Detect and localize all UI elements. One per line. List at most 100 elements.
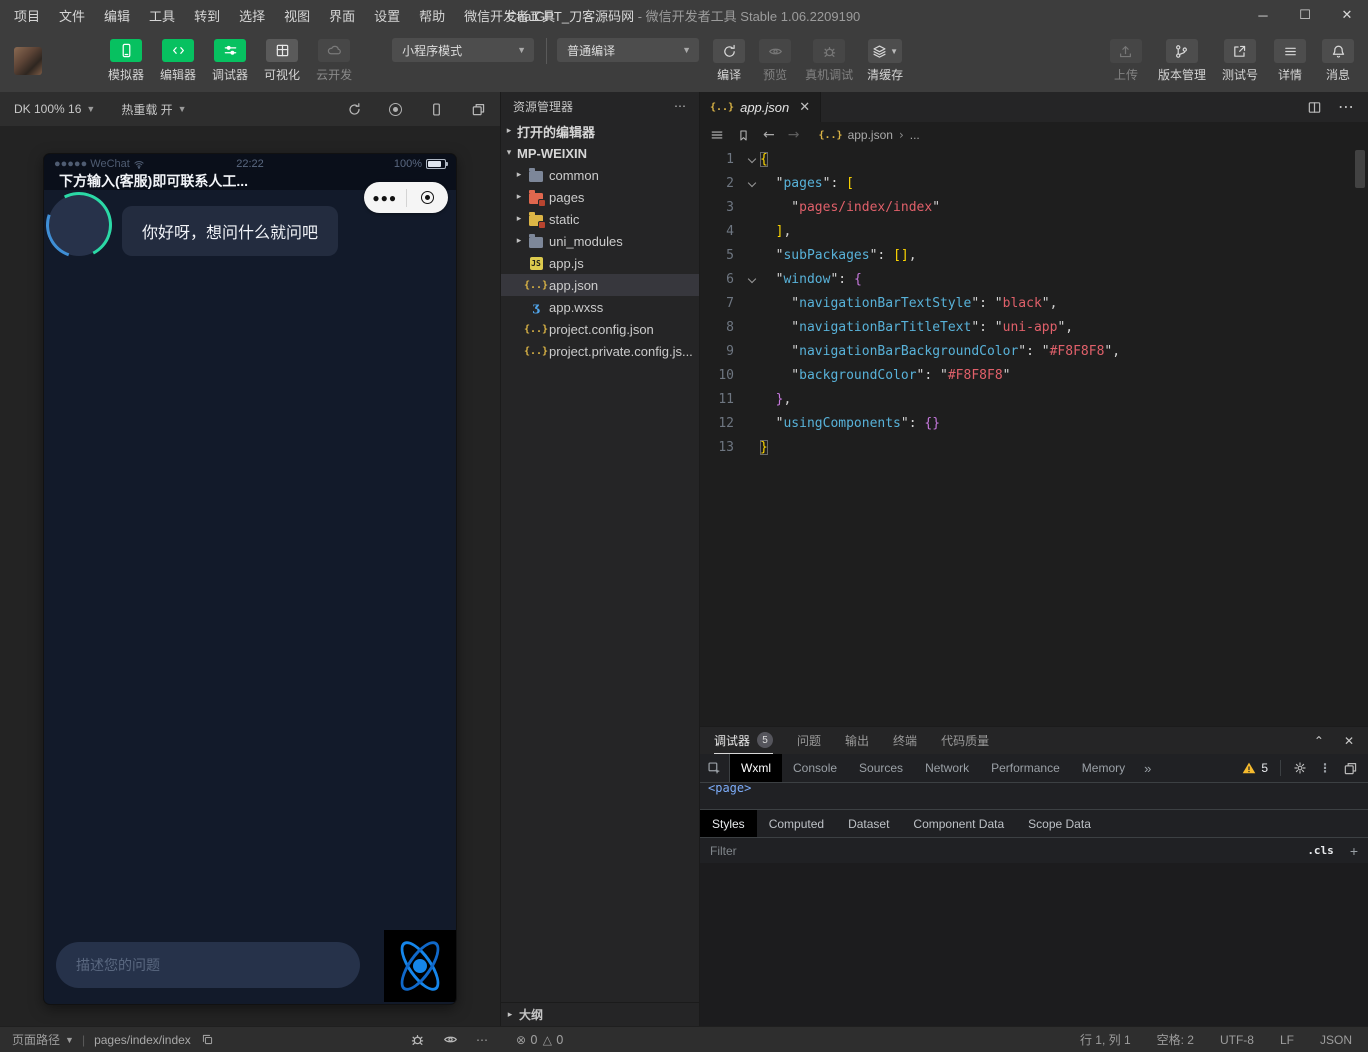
menu-item-6[interactable]: 视图 <box>284 6 310 25</box>
devtools-tab-console[interactable]: Console <box>782 754 848 782</box>
explorer-item-item[interactable]: ▸ 打开的编辑器 <box>501 120 699 142</box>
menu-item-5[interactable]: 选择 <box>239 6 265 25</box>
statusbar-item-3[interactable]: LF <box>1280 1033 1294 1047</box>
breadcrumb-file[interactable]: app.json <box>848 128 893 142</box>
outline-list-icon[interactable] <box>710 128 724 142</box>
explorer-item-uni-modules[interactable]: ▸ uni_modules <box>501 230 699 252</box>
code-line-7[interactable]: 7 "navigationBarTextStyle": "black", <box>700 292 1368 316</box>
add-style-icon[interactable]: + <box>1350 843 1358 859</box>
problems-indicator[interactable]: ⊗ 0 △ 0 <box>500 1033 564 1047</box>
menu-item-10[interactable]: 微信开发者工具 <box>464 6 555 25</box>
code-line-8[interactable]: 8 "navigationBarTitleText": "uni-app", <box>700 316 1368 340</box>
action-button-0[interactable]: 编译 <box>713 39 746 83</box>
more-tabs-icon[interactable]: » <box>1136 761 1159 776</box>
dock-side-icon[interactable] <box>1343 761 1358 776</box>
menu-item-1[interactable]: 文件 <box>59 6 85 25</box>
statusbar-item-2[interactable]: UTF-8 <box>1220 1033 1254 1047</box>
mode-button-2[interactable]: 调试器 <box>212 39 248 83</box>
style-tab-component-data[interactable]: Component Data <box>901 810 1016 837</box>
hot-reload-toggle[interactable]: 热重载 开 ▼ <box>121 101 186 118</box>
back-arrow-icon[interactable]: ← <box>763 127 775 143</box>
tab-app-json[interactable]: {..} app.json ✕ <box>700 92 822 122</box>
debugger-tab-3[interactable]: 终端 <box>893 727 917 754</box>
menu-item-9[interactable]: 帮助 <box>419 6 445 25</box>
close-tab-icon[interactable]: ✕ <box>799 99 810 115</box>
capsule-more-icon[interactable]: ●●● <box>364 192 406 204</box>
code-line-10[interactable]: 10 "backgroundColor": "#F8F8F8" <box>700 364 1368 388</box>
menu-item-4[interactable]: 转到 <box>194 6 220 25</box>
close-panel-icon[interactable]: ✕ <box>1344 734 1354 748</box>
style-tab-computed[interactable]: Computed <box>757 810 836 837</box>
code-line-2[interactable]: 2 "pages": [ <box>700 172 1368 196</box>
code-line-3[interactable]: 3 "pages/index/index" <box>700 196 1368 220</box>
vconsole-icon[interactable] <box>410 1032 425 1047</box>
rotate-screen-icon[interactable] <box>347 102 362 117</box>
record-icon[interactable] <box>389 102 402 116</box>
right-action-button-1[interactable]: 版本管理 <box>1158 39 1206 83</box>
wxml-tree[interactable]: <page> <box>700 783 1368 809</box>
code-line-6[interactable]: 6 "window": { <box>700 268 1368 292</box>
editor-more-icon[interactable]: ⋯ <box>1338 97 1354 117</box>
minimize-button[interactable]: ─ <box>1242 0 1284 30</box>
split-editor-icon[interactable] <box>1307 100 1322 115</box>
user-avatar[interactable] <box>14 47 42 75</box>
copy-path-icon[interactable] <box>201 1033 214 1046</box>
style-tab-dataset[interactable]: Dataset <box>836 810 901 837</box>
question-input[interactable]: 描述您的问题 <box>56 942 360 988</box>
mode-dropdown[interactable]: 小程序模式 ▼ <box>392 38 535 62</box>
right-action-button-4[interactable]: 消息 <box>1322 39 1354 83</box>
menu-item-8[interactable]: 设置 <box>374 6 400 25</box>
debugger-tab-4[interactable]: 代码质量 <box>941 727 989 754</box>
sim-more-icon[interactable]: ⋯ <box>476 1033 488 1047</box>
explorer-item-project-private-config-js[interactable]: {..} project.private.config.js... <box>501 340 699 362</box>
detach-window-icon[interactable] <box>471 102 486 117</box>
devtools-tab-performance[interactable]: Performance <box>980 754 1071 782</box>
code-line-1[interactable]: 1{ <box>700 148 1368 172</box>
warning-counter[interactable]: 5 <box>1242 761 1268 775</box>
right-action-button-2[interactable]: 测试号 <box>1222 39 1258 83</box>
breadcrumb-more[interactable]: ... <box>910 128 920 142</box>
device-frame-icon[interactable] <box>429 102 444 117</box>
code-line-11[interactable]: 11 }, <box>700 388 1368 412</box>
collapse-panel-icon[interactable]: ⌃ <box>1314 734 1324 748</box>
fold-icon[interactable] <box>744 172 760 196</box>
style-tab-styles[interactable]: Styles <box>700 810 757 837</box>
close-button[interactable]: ✕ <box>1326 0 1368 30</box>
debugger-tab-2[interactable]: 输出 <box>845 727 869 754</box>
kebab-menu-icon[interactable]: ⋮ <box>1319 761 1331 775</box>
explorer-item-app-js[interactable]: JS app.js <box>501 252 699 274</box>
filter-input[interactable]: Filter <box>710 844 737 858</box>
debugger-tab-1[interactable]: 问题 <box>797 727 821 754</box>
explorer-item-mp-weixin[interactable]: ▾ MP-WEIXIN <box>501 142 699 164</box>
menu-item-7[interactable]: 界面 <box>329 6 355 25</box>
explorer-item-project-config-json[interactable]: {..} project.config.json <box>501 318 699 340</box>
mode-button-1[interactable]: 编辑器 <box>160 39 196 83</box>
compile-dropdown[interactable]: 普通编译 ▼ <box>557 38 700 62</box>
fold-icon[interactable] <box>744 268 760 292</box>
mode-button-4[interactable]: 云开发 <box>316 39 352 83</box>
explorer-item-common[interactable]: ▸ common <box>501 164 699 186</box>
explorer-item-static[interactable]: ▸ static <box>501 208 699 230</box>
style-tab-scope-data[interactable]: Scope Data <box>1016 810 1103 837</box>
preview-eye-icon[interactable] <box>443 1032 458 1047</box>
statusbar-item-4[interactable]: JSON <box>1320 1033 1352 1047</box>
wxml-node[interactable]: <page> <box>700 783 1368 797</box>
atom-logo[interactable] <box>384 930 456 1002</box>
explorer-more-icon[interactable]: ⋯ <box>674 99 687 113</box>
code-editor[interactable]: 1{2 "pages": [3 "pages/index/index" 4 ], 5… <box>700 148 1368 726</box>
editor-scrollbar[interactable] <box>1355 150 1365 188</box>
right-action-button-0[interactable]: 上传 <box>1109 39 1142 83</box>
action-button-3[interactable]: ▼ 清缓存 <box>867 39 903 83</box>
code-line-9[interactable]: 9 "navigationBarBackgroundColor": "#F8F8… <box>700 340 1368 364</box>
debugger-tab-0[interactable]: 调试器 5 <box>714 727 774 754</box>
code-line-4[interactable]: 4 ], <box>700 220 1368 244</box>
code-line-5[interactable]: 5 "subPackages": [], <box>700 244 1368 268</box>
action-button-2[interactable]: 真机调试 <box>805 39 853 83</box>
devtools-tab-network[interactable]: Network <box>914 754 980 782</box>
statusbar-item-0[interactable]: 行 1, 列 1 <box>1080 1031 1131 1048</box>
device-zoom-selector[interactable]: DK 100% 16 ▼ <box>14 102 95 116</box>
devtools-tab-memory[interactable]: Memory <box>1071 754 1136 782</box>
mode-button-0[interactable]: 模拟器 <box>108 39 144 83</box>
outline-section[interactable]: ▸ 大纲 <box>501 1002 699 1026</box>
menu-item-2[interactable]: 编辑 <box>104 6 130 25</box>
